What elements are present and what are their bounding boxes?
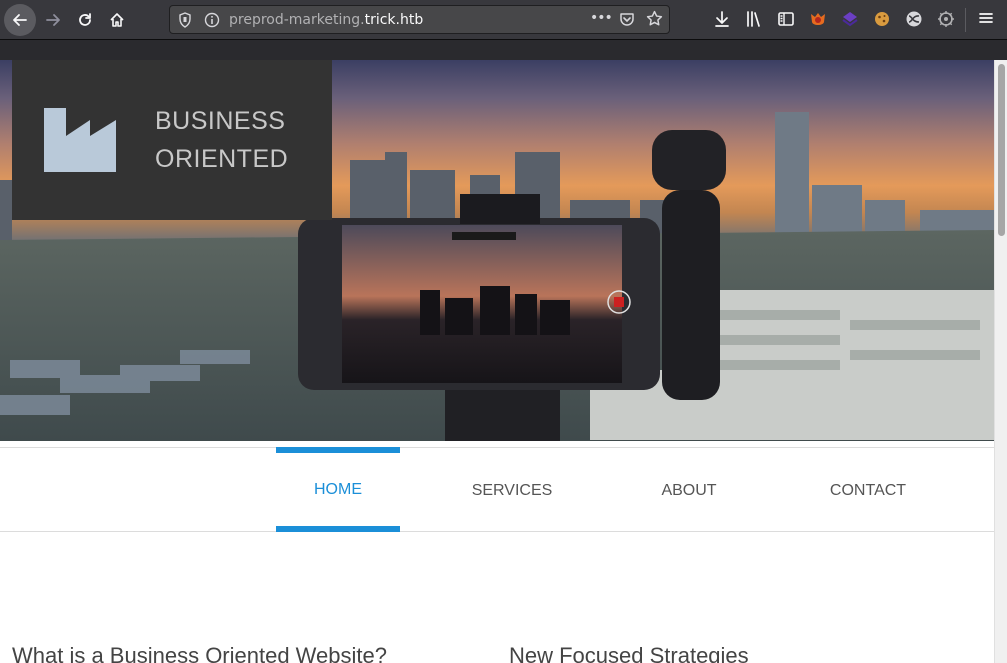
toolbar-bottom-strip — [0, 40, 1007, 60]
bookmark-star-icon[interactable] — [646, 10, 663, 27]
page-scrollbar[interactable] — [994, 60, 1007, 663]
home-icon — [110, 13, 124, 27]
wappalyzer-extension-icon[interactable] — [841, 10, 859, 28]
scrollbar-thumb[interactable] — [998, 64, 1005, 236]
settings-extension-icon[interactable] — [937, 10, 955, 28]
hamburger-menu-icon[interactable] — [978, 10, 994, 26]
main-navigation: HOME SERVICES ABOUT CONTACT — [0, 447, 994, 532]
nav-contact-link[interactable]: CONTACT — [806, 448, 930, 533]
hacktools-extension-icon[interactable] — [905, 10, 923, 28]
home-button[interactable] — [101, 4, 133, 36]
factory-logo-icon — [44, 108, 116, 172]
nav-about-link[interactable]: ABOUT — [627, 448, 751, 533]
pocket-icon[interactable] — [619, 11, 635, 27]
url-subdomain: preprod-marketing. — [229, 12, 365, 28]
logo-line-1: BUSINESS — [155, 107, 286, 135]
site-info-icon[interactable] — [204, 12, 220, 28]
downloads-icon[interactable] — [713, 10, 731, 28]
url-text[interactable]: preprod-marketing.trick.htb — [229, 11, 423, 29]
section-heading-right: New Focused Strategies — [509, 643, 749, 663]
section-heading-left: What is a Business Oriented Website? — [12, 643, 387, 663]
web-page: BUSINESS ORIENTED HOME SERVICES ABOUT CO… — [0, 60, 994, 663]
toolbar-separator — [965, 8, 966, 32]
url-domain: trick.htb — [364, 12, 424, 28]
foxyproxy-extension-icon[interactable] — [809, 10, 827, 28]
cookie-editor-extension-icon[interactable] — [873, 10, 891, 28]
reload-icon — [79, 13, 91, 26]
tracking-shield-icon[interactable] — [178, 12, 192, 28]
forward-arrow-icon — [46, 14, 60, 26]
logo-line-2: ORIENTED — [155, 145, 289, 173]
page-actions-button[interactable]: ••• — [590, 10, 613, 26]
back-arrow-icon — [13, 14, 27, 26]
back-button[interactable] — [4, 4, 36, 36]
logo-text: BUSINESS ORIENTED — [155, 102, 288, 178]
hero-image: BUSINESS ORIENTED — [0, 60, 994, 441]
forward-button[interactable] — [37, 4, 69, 36]
url-bar[interactable]: preprod-marketing.trick.htb ••• — [169, 5, 670, 34]
sidebar-icon[interactable] — [777, 10, 795, 28]
nav-home-link[interactable]: HOME — [276, 447, 400, 532]
browser-toolbar: preprod-marketing.trick.htb ••• — [0, 0, 1007, 40]
site-logo[interactable]: BUSINESS ORIENTED — [12, 60, 332, 220]
reload-button[interactable] — [69, 4, 101, 36]
library-icon[interactable] — [745, 10, 763, 28]
nav-services-link[interactable]: SERVICES — [450, 448, 574, 533]
